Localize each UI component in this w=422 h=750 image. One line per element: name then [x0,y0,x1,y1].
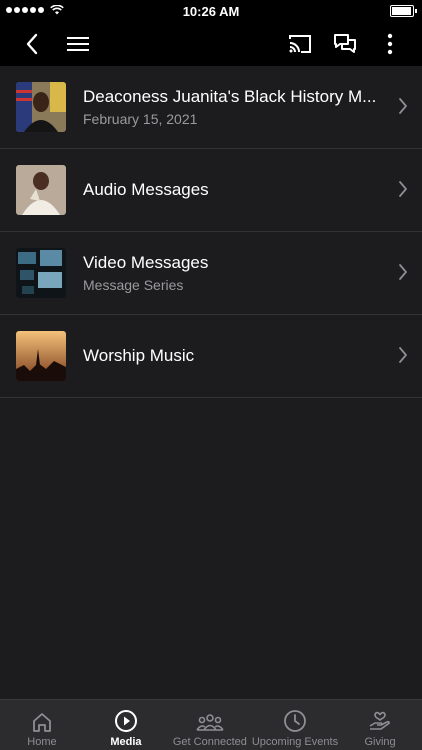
chevron-left-icon [26,33,38,55]
play-icon [114,710,137,732]
more-button[interactable] [378,22,402,66]
nav-bar [0,22,422,66]
tab-label: Home [27,736,57,748]
item-title: Video Messages [83,253,209,272]
tab-giving[interactable]: Giving [338,700,422,750]
home-icon [33,713,51,732]
tab-media[interactable]: Media [84,700,168,750]
item-subtitle: Message Series [83,277,184,293]
battery-icon [390,5,417,17]
list-item[interactable]: Audio Messages [0,149,422,232]
chevron-right-icon [399,181,407,197]
status-bar: 10:26 AM [0,0,422,22]
chevron-right-icon [399,347,407,363]
tab-home[interactable]: Home [0,700,84,750]
status-time: 10:26 AM [182,4,240,19]
tab-label: Media [110,736,142,748]
clock-icon [284,710,306,732]
tab-label: Giving [364,736,396,748]
item-subtitle: February 15, 2021 [83,111,198,127]
tab-upcoming-events[interactable]: Upcoming Events [252,700,338,750]
tab-label: Upcoming Events [251,736,339,748]
tab-bar: Home Media Get Connected Upcoming Events [0,699,422,750]
list-item[interactable]: Deaconess Juanita's Black History M... F… [0,66,422,149]
list-item[interactable]: Video Messages Message Series [0,232,422,315]
chevron-right-icon [399,264,407,280]
item-thumbnail [16,248,66,298]
item-title: Audio Messages [83,180,209,199]
item-thumbnail [16,82,66,132]
chat-button[interactable] [329,22,361,66]
hamburger-icon [67,37,89,51]
back-button[interactable] [14,22,50,66]
item-thumbnail [16,331,66,381]
tab-label: Get Connected [172,736,247,748]
item-title: Worship Music [83,346,195,365]
tab-get-connected[interactable]: Get Connected [168,700,252,750]
people-icon [196,714,224,731]
heart-hand-icon [369,711,390,730]
list-item[interactable]: Worship Music [0,315,422,398]
cast-button[interactable] [284,22,316,66]
chevron-right-icon [399,98,407,114]
chat-icon [334,34,356,53]
media-list: Deaconess Juanita's Black History M... F… [0,66,422,398]
item-thumbnail [16,165,66,215]
menu-button[interactable] [62,22,94,66]
item-title: Deaconess Juanita's Black History M... [83,87,377,106]
more-vertical-icon [387,33,393,55]
cast-icon [289,35,311,53]
